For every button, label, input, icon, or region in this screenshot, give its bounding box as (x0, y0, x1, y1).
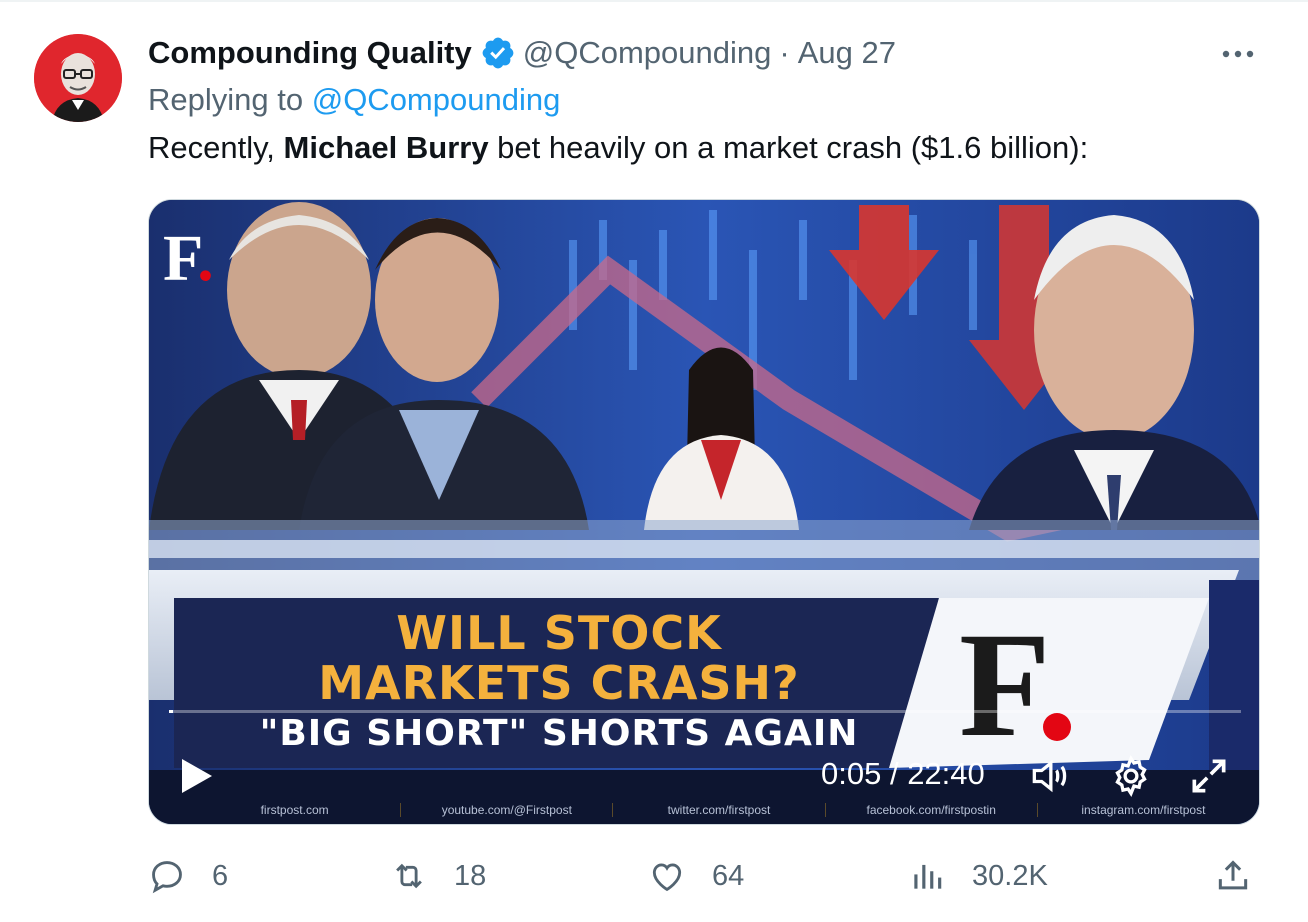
progress-fill (169, 710, 174, 713)
big-logo: F (959, 602, 1051, 768)
footer-link: firstpost.com (260, 803, 329, 817)
duration: 22:40 (907, 756, 985, 791)
headline-line-2: MARKETS CRASH? (318, 656, 800, 710)
retweet-icon (396, 863, 422, 889)
views-count: 30.2K (972, 859, 1048, 892)
like-count: 64 (712, 859, 745, 892)
footer-link: twitter.com/firstpost (612, 803, 824, 817)
tweet-date[interactable]: Aug 27 (798, 35, 896, 71)
settings-icon[interactable] (1109, 754, 1153, 798)
tweet-header: Compounding Quality @QCompounding · Aug … (148, 33, 896, 73)
footer-link: youtube.com/@Firstpost (400, 803, 612, 817)
reply-button[interactable]: 6 (148, 852, 228, 900)
avatar[interactable] (34, 34, 122, 122)
like-icon (652, 863, 682, 892)
footer-link: facebook.com/firstpostin (824, 803, 1037, 817)
handle[interactable]: @QCompounding (523, 35, 772, 71)
display-name[interactable]: Compounding Quality (148, 35, 472, 71)
play-icon[interactable] (179, 756, 215, 796)
share-button[interactable] (1214, 852, 1278, 900)
tweet-text-bold: Michael Burry (283, 130, 489, 165)
tweet-actions: 6 18 64 30.2K (148, 852, 1260, 900)
reply-count: 6 (212, 859, 229, 892)
footer-link: instagram.com/firstpost (1036, 803, 1249, 817)
verified-badge-icon[interactable] (480, 35, 516, 71)
reply-icon (152, 861, 182, 894)
time-separator: / (881, 756, 908, 791)
video-player[interactable]: F. WILL STOCK MARKETS CRASH? "BIG SHORT"… (148, 199, 1260, 825)
progress-bar[interactable] (169, 710, 1241, 713)
current-time: 0:05 (821, 756, 882, 791)
replying-prefix: Replying to (148, 82, 312, 117)
channel-logo: F. (163, 222, 214, 295)
views-icon (914, 864, 942, 889)
replying-to: Replying to @QCompounding (148, 82, 560, 118)
like-button[interactable]: 64 (648, 852, 744, 900)
retweet-button[interactable]: 18 (390, 852, 486, 900)
more-icon[interactable] (1220, 36, 1256, 72)
top-divider (0, 0, 1308, 5)
big-logo-dot (1043, 713, 1071, 741)
fullscreen-icon[interactable] (1187, 754, 1231, 798)
video-footer-links: firstpost.com youtube.com/@Firstpost twi… (189, 798, 1249, 822)
time-display: 0:05 / 22:40 (821, 756, 985, 792)
tweet-text: Recently, Michael Burry bet heavily on a… (148, 130, 1088, 166)
separator-dot: · (779, 35, 790, 70)
retweet-count: 18 (454, 859, 487, 892)
headline-line-1: WILL STOCK (396, 606, 722, 660)
share-icon (1218, 860, 1248, 890)
tweet-text-before: Recently, (148, 130, 284, 165)
views-button[interactable]: 30.2K (908, 852, 1048, 900)
replying-to-link[interactable]: @QCompounding (312, 82, 561, 117)
video-headline: WILL STOCK MARKETS CRASH? "BIG SHORT" SH… (179, 610, 939, 752)
headline-line-3: "BIG SHORT" SHORTS AGAIN (259, 713, 859, 754)
tweet-text-after: bet heavily on a market crash ($1.6 bill… (488, 130, 1089, 165)
volume-icon[interactable] (1027, 754, 1071, 798)
